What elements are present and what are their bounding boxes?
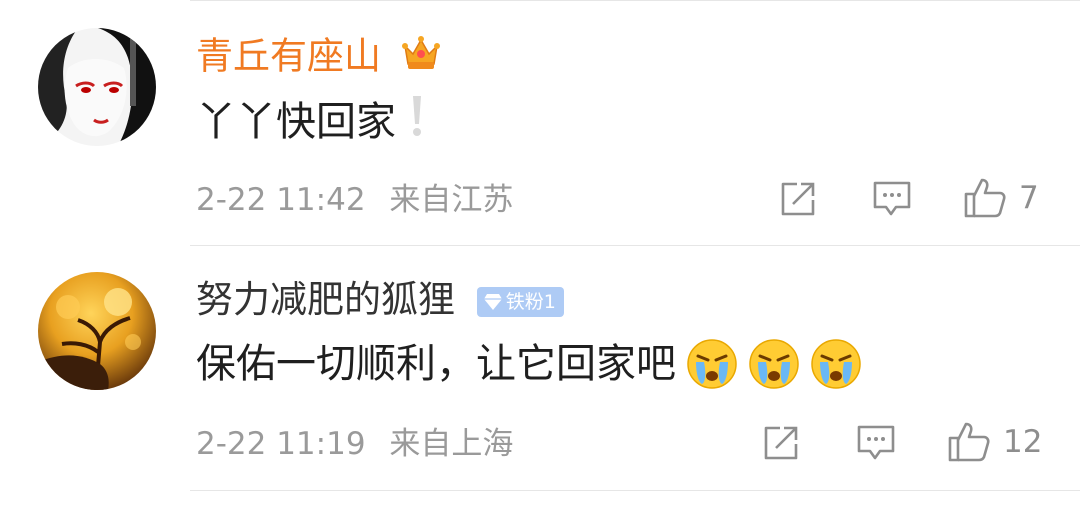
crown-icon <box>401 34 441 82</box>
username[interactable]: 努力减肥的狐狸 铁粉1 <box>196 278 564 322</box>
comment-icon <box>873 181 911 216</box>
location: 来自江苏 <box>389 182 514 218</box>
crying-emoji-icon <box>810 338 862 390</box>
share-button[interactable] <box>762 424 800 462</box>
comment-text: 丫丫快回家 <box>196 94 424 149</box>
timestamp: 2-22 11:19 <box>196 426 366 462</box>
timestamp: 2-22 11:42 <box>196 182 366 218</box>
location: 来自上海 <box>389 426 514 462</box>
username-text[interactable]: 青丘有座山 <box>196 35 381 78</box>
comment-item: 努力减肥的狐狸 铁粉1 保佑一切顺利，让它回家吧 2-22 11:19 来自上海… <box>0 246 1080 490</box>
share-icon <box>764 426 798 460</box>
thumbs-up-icon <box>948 422 990 462</box>
share-icon <box>781 182 815 216</box>
like-count: 7 <box>1019 180 1039 216</box>
diamond-icon <box>483 293 502 310</box>
share-button[interactable] <box>779 180 817 218</box>
reply-button[interactable] <box>872 180 912 218</box>
exclamation-icon <box>410 94 424 149</box>
comment-icon <box>857 425 895 460</box>
comment-meta: 2-22 11:42 来自江苏 <box>196 181 513 219</box>
like-button[interactable]: 7 <box>963 176 1039 220</box>
crying-emoji-icon <box>686 338 738 390</box>
username[interactable]: 青丘有座山 <box>196 34 441 82</box>
like-count: 12 <box>1003 424 1043 460</box>
like-button[interactable]: 12 <box>947 420 1042 464</box>
comment-text-content: 丫丫快回家 <box>196 98 396 145</box>
avatar[interactable] <box>38 272 156 390</box>
comment-item: 青丘有座山 丫丫快回家 2-22 11:42 来自江苏 7 <box>0 0 1080 245</box>
comment-text-content: 保佑一切顺利，让它回家吧 <box>196 341 676 387</box>
comment-text: 保佑一切顺利，让它回家吧 <box>196 338 862 390</box>
fan-badge[interactable]: 铁粉1 <box>476 286 564 317</box>
bottom-divider <box>190 490 1080 491</box>
reply-button[interactable] <box>856 424 896 462</box>
badge-label: 铁粉1 <box>505 290 556 313</box>
comment-meta: 2-22 11:19 来自上海 <box>196 425 513 463</box>
username-text[interactable]: 努力减肥的狐狸 <box>196 278 455 321</box>
avatar[interactable] <box>38 28 156 146</box>
crying-emoji-icon <box>748 338 800 390</box>
thumbs-up-icon <box>964 178 1006 218</box>
